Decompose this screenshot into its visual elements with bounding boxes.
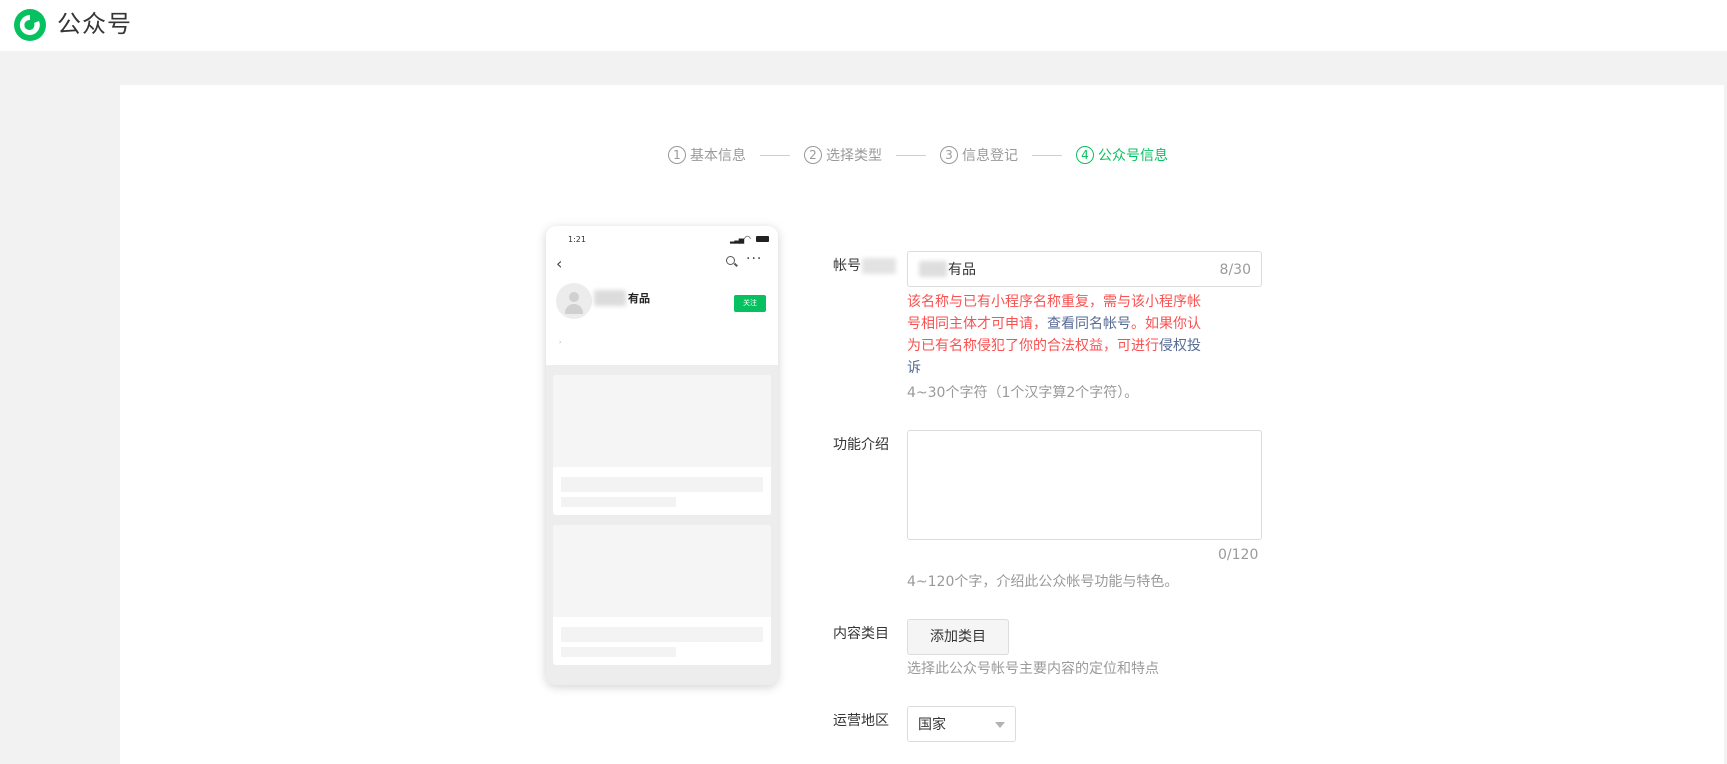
step-select-type: 2 选择类型 <box>804 145 882 165</box>
brand-title[interactable]: 公众号 <box>57 9 132 39</box>
status-time: 1:21 <box>568 235 586 244</box>
step-divider <box>760 154 790 156</box>
article-title-placeholder <box>561 627 763 642</box>
chevron-right-icon: › <box>559 339 562 346</box>
redacted-input-part <box>919 261 947 277</box>
search-icon <box>726 256 735 265</box>
article-placeholder <box>553 375 771 515</box>
signal-icon: ▂▃▅ <box>730 236 744 244</box>
step-account-info: 4 公众号信息 <box>1076 145 1168 165</box>
step-label: 选择类型 <box>826 148 882 164</box>
name-error-message: 该名称与已有小程序名称重复，需与该小程序帐号相同主体才可申请，查看同名帐号。如果… <box>907 291 1207 379</box>
chevron-down-icon <box>995 722 1005 728</box>
step-divider <box>1032 154 1062 156</box>
article-placeholder <box>553 525 771 665</box>
step-number: 2 <box>804 146 822 164</box>
redacted-label-part <box>862 258 896 274</box>
region-label: 运营地区 <box>833 713 889 729</box>
step-label: 基本信息 <box>690 148 746 164</box>
redacted-name-part <box>594 290 626 306</box>
step-number: 1 <box>668 146 686 164</box>
wechat-official-account-logo-icon[interactable] <box>13 8 47 42</box>
account-name-input[interactable]: 有品 8/30 <box>907 251 1262 287</box>
phone-preview: 1:21 ▂▃▅ ◠ ‹ ··· 有品 关注 › <box>546 226 778 685</box>
intro-label: 功能介绍 <box>833 437 889 453</box>
category-label: 内容类目 <box>833 626 889 642</box>
step-label: 信息登记 <box>962 148 1018 164</box>
preview-profile-header: 1:21 ▂▃▅ ◠ ‹ ··· 有品 关注 › <box>546 226 778 365</box>
intro-textarea[interactable] <box>907 430 1262 540</box>
article-thumb-placeholder <box>553 375 771 467</box>
more-icon: ··· <box>746 251 763 267</box>
intro-hint: 4~120个字，介绍此公众帐号功能与特色。 <box>907 574 1179 590</box>
battery-icon <box>756 236 769 242</box>
intro-counter: 0/120 <box>1218 547 1259 563</box>
step-number: 4 <box>1076 146 1094 164</box>
step-number: 3 <box>940 146 958 164</box>
wifi-icon: ◠ <box>744 234 751 243</box>
add-category-button[interactable]: 添加类目 <box>907 619 1009 655</box>
article-thumb-placeholder <box>553 525 771 617</box>
top-bar: 公众号 <box>0 0 1727 51</box>
region-value: 国家 <box>918 717 946 733</box>
step-info-registration: 3 信息登记 <box>940 145 1018 165</box>
region-select[interactable]: 国家 <box>907 706 1016 742</box>
account-name-counter: 8/30 <box>1219 262 1251 278</box>
account-name-value: 有品 <box>948 262 976 278</box>
back-icon: ‹ <box>556 254 563 273</box>
article-title-placeholder <box>561 477 763 492</box>
article-subtitle-placeholder <box>561 647 676 657</box>
avatar <box>556 283 592 319</box>
article-subtitle-placeholder <box>561 497 676 507</box>
view-same-name-link[interactable]: 查看同名帐号 <box>1047 316 1131 332</box>
step-divider <box>896 154 926 156</box>
account-name-hint: 4~30个字符（1个汉字算2个字符）。 <box>907 385 1139 401</box>
step-basic-info: 1 基本信息 <box>668 145 746 165</box>
registration-steps: 1 基本信息 2 选择类型 3 信息登记 4 公众号信息 <box>668 144 1168 166</box>
step-label: 公众号信息 <box>1098 148 1168 164</box>
account-name-label: 帐号 <box>833 258 861 274</box>
follow-button: 关注 <box>734 295 766 312</box>
category-hint: 选择此公众号帐号主要内容的定位和特点 <box>907 661 1159 677</box>
preview-account-name: 有品 <box>628 292 650 305</box>
